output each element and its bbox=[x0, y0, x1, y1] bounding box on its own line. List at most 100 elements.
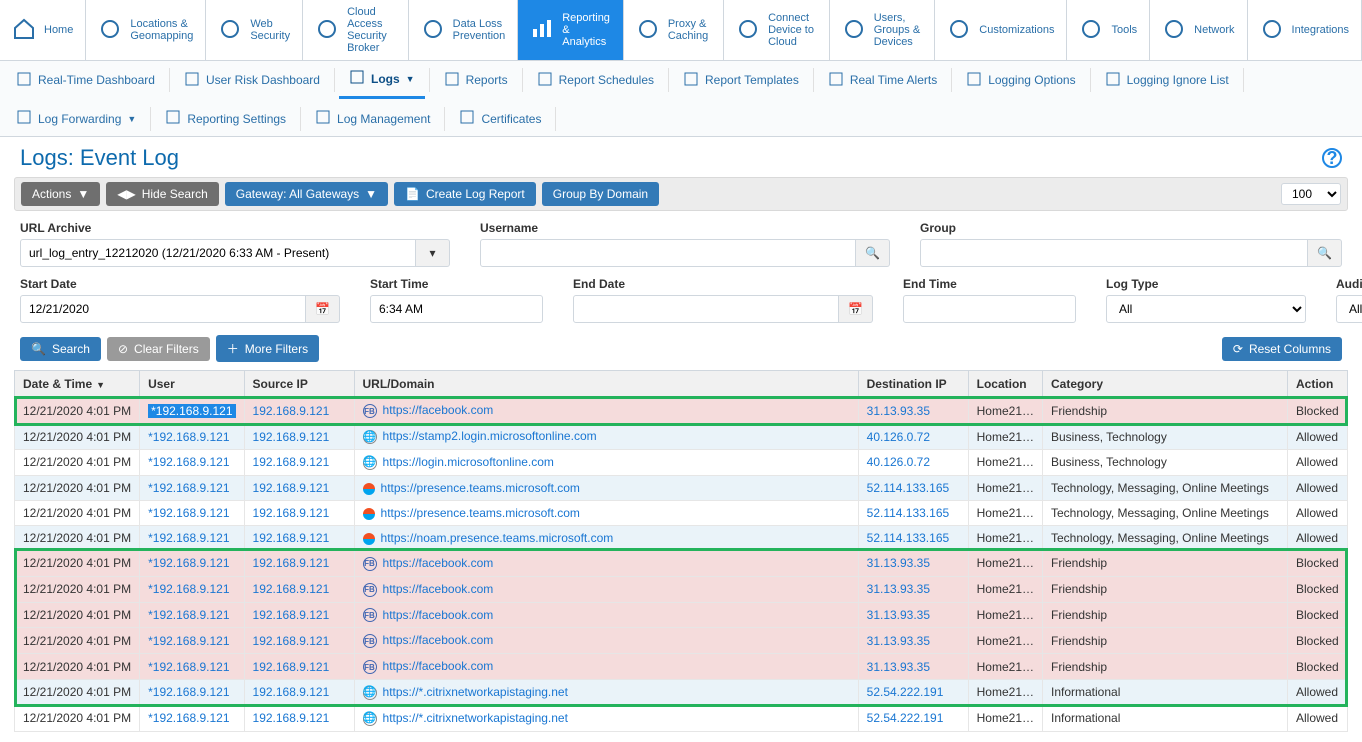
subnav-real-time-dashboard[interactable]: Real-Time Dashboard bbox=[6, 63, 165, 98]
cell-dest-ip[interactable]: 31.13.93.35 bbox=[867, 608, 930, 622]
subnav-report-templates[interactable]: Report Templates bbox=[673, 63, 809, 98]
subnav-real-time-alerts[interactable]: Real Time Alerts bbox=[818, 63, 947, 98]
gateway-selector[interactable]: Gateway: All Gateways ▼ bbox=[225, 182, 388, 206]
main-nav-tools[interactable]: Tools bbox=[1067, 0, 1150, 60]
table-row[interactable]: 12/21/2020 4:01 PM*192.168.9.121192.168.… bbox=[15, 450, 1348, 476]
log-type-select[interactable]: All bbox=[1106, 295, 1306, 323]
cell-source-ip[interactable]: 192.168.9.121 bbox=[253, 404, 330, 418]
more-filters-button[interactable]: ＋ More Filters bbox=[216, 335, 319, 362]
start-date-input[interactable] bbox=[20, 295, 306, 323]
cell-user[interactable]: *192.168.9.121 bbox=[148, 506, 229, 520]
main-nav-cloud-access-security-broker[interactable]: Cloud Access Security Broker bbox=[303, 0, 409, 60]
subnav-user-risk-dashboard[interactable]: User Risk Dashboard bbox=[174, 63, 330, 98]
table-row[interactable]: 12/21/2020 4:01 PM*192.168.9.121192.168.… bbox=[15, 576, 1348, 602]
cell-url[interactable]: https://stamp2.login.microsoftonline.com bbox=[383, 429, 597, 443]
end-time-input[interactable] bbox=[903, 295, 1076, 323]
cell-url[interactable]: https://noam.presence.teams.microsoft.co… bbox=[381, 531, 614, 545]
url-archive-select[interactable] bbox=[20, 239, 416, 267]
main-nav-web-security[interactable]: Web Security bbox=[206, 0, 303, 60]
cell-url[interactable]: https://facebook.com bbox=[383, 659, 494, 673]
hide-search-button[interactable]: ◀▶ Hide Search bbox=[106, 182, 219, 206]
cell-source-ip[interactable]: 192.168.9.121 bbox=[253, 430, 330, 444]
main-nav-proxy-caching[interactable]: Proxy & Caching bbox=[624, 0, 724, 60]
subnav-logging-options[interactable]: Logging Options bbox=[956, 63, 1085, 98]
table-row[interactable]: 12/21/2020 4:01 PM*192.168.9.121192.168.… bbox=[15, 500, 1348, 525]
cell-url[interactable]: https://facebook.com bbox=[383, 633, 494, 647]
table-row[interactable]: 12/21/2020 4:01 PM*192.168.9.121192.168.… bbox=[15, 525, 1348, 550]
cell-source-ip[interactable]: 192.168.9.121 bbox=[253, 531, 330, 545]
col-datetime[interactable]: Date & Time▼ bbox=[15, 371, 140, 398]
subnav-report-schedules[interactable]: Report Schedules bbox=[527, 63, 664, 98]
table-row[interactable]: 12/21/2020 4:01 PM*192.168.9.121192.168.… bbox=[15, 424, 1348, 450]
table-row[interactable]: 12/21/2020 4:01 PM*192.168.9.121192.168.… bbox=[15, 705, 1348, 731]
subnav-log-forwarding[interactable]: Log Forwarding▼ bbox=[6, 101, 146, 136]
start-time-input[interactable] bbox=[370, 295, 543, 323]
table-row[interactable]: 12/21/2020 4:01 PM*192.168.9.121192.168.… bbox=[15, 628, 1348, 654]
main-nav-home[interactable]: Home bbox=[0, 0, 86, 60]
clear-filters-button[interactable]: ⊘ Clear Filters bbox=[107, 337, 210, 361]
main-nav-connect-device-to-cloud[interactable]: Connect Device to Cloud bbox=[724, 0, 830, 60]
cell-user[interactable]: *192.168.9.121 bbox=[148, 430, 229, 444]
main-nav-users-groups-devices[interactable]: Users, Groups & Devices bbox=[830, 0, 936, 60]
cell-source-ip[interactable]: 192.168.9.121 bbox=[253, 660, 330, 674]
group-input[interactable] bbox=[920, 239, 1308, 267]
username-input[interactable] bbox=[480, 239, 856, 267]
search-icon[interactable]: 🔍 bbox=[856, 239, 890, 267]
col-url[interactable]: URL/Domain bbox=[354, 371, 858, 398]
cell-source-ip[interactable]: 192.168.9.121 bbox=[253, 481, 330, 495]
table-row[interactable]: 12/21/2020 4:01 PM*192.168.9.121192.168.… bbox=[15, 398, 1348, 424]
cell-url[interactable]: https://facebook.com bbox=[383, 582, 494, 596]
cell-url[interactable]: https://login.microsoftonline.com bbox=[383, 455, 554, 469]
cell-source-ip[interactable]: 192.168.9.121 bbox=[253, 455, 330, 469]
col-source-ip[interactable]: Source IP bbox=[244, 371, 354, 398]
subnav-reports[interactable]: Reports bbox=[434, 63, 518, 98]
calendar-icon[interactable]: 📅 bbox=[306, 295, 340, 323]
main-nav-data-loss-prevention[interactable]: Data Loss Prevention bbox=[409, 0, 519, 60]
col-action[interactable]: Action bbox=[1288, 371, 1348, 398]
cell-user[interactable]: *192.168.9.121 bbox=[148, 634, 229, 648]
cell-dest-ip[interactable]: 52.54.222.191 bbox=[867, 711, 944, 725]
page-size-select[interactable]: 100 bbox=[1281, 183, 1341, 205]
help-icon[interactable]: ? bbox=[1322, 148, 1342, 168]
cell-user[interactable]: *192.168.9.121 bbox=[148, 556, 229, 570]
reset-columns-button[interactable]: ⟳ Reset Columns bbox=[1222, 337, 1342, 361]
cell-url[interactable]: https://facebook.com bbox=[383, 608, 494, 622]
cell-source-ip[interactable]: 192.168.9.121 bbox=[253, 556, 330, 570]
main-nav-reporting-analytics[interactable]: Reporting & Analytics bbox=[518, 0, 624, 60]
cell-source-ip[interactable]: 192.168.9.121 bbox=[253, 506, 330, 520]
col-dest-ip[interactable]: Destination IP bbox=[858, 371, 968, 398]
subnav-reporting-settings[interactable]: Reporting Settings bbox=[155, 101, 296, 136]
cell-source-ip[interactable]: 192.168.9.121 bbox=[253, 634, 330, 648]
cell-url[interactable]: https://*.citrixnetworkapistaging.net bbox=[383, 711, 568, 725]
subnav-logs[interactable]: Logs▼ bbox=[339, 61, 425, 99]
cell-dest-ip[interactable]: 31.13.93.35 bbox=[867, 660, 930, 674]
cell-user[interactable]: *192.168.9.121 bbox=[148, 481, 229, 495]
subnav-logging-ignore-list[interactable]: Logging Ignore List bbox=[1095, 63, 1239, 98]
actions-menu[interactable]: Actions ▼ bbox=[21, 182, 100, 206]
dropdown-icon[interactable]: ▾ bbox=[416, 239, 450, 267]
group-by-domain-button[interactable]: Group By Domain bbox=[542, 182, 659, 206]
subnav-log-management[interactable]: Log Management bbox=[305, 101, 440, 136]
table-row[interactable]: 12/21/2020 4:01 PM*192.168.9.121192.168.… bbox=[15, 654, 1348, 680]
cell-url[interactable]: https://facebook.com bbox=[383, 403, 494, 417]
cell-dest-ip[interactable]: 31.13.93.35 bbox=[867, 582, 930, 596]
subnav-certificates[interactable]: Certificates bbox=[449, 101, 551, 136]
audit-event-select[interactable]: All bbox=[1336, 295, 1362, 323]
main-nav-locations-geomapping[interactable]: Locations & Geomapping bbox=[86, 0, 206, 60]
calendar-icon[interactable]: 📅 bbox=[839, 295, 873, 323]
cell-dest-ip[interactable]: 40.126.0.72 bbox=[867, 455, 930, 469]
cell-source-ip[interactable]: 192.168.9.121 bbox=[253, 582, 330, 596]
cell-url[interactable]: https://*.citrixnetworkapistaging.net bbox=[383, 685, 568, 699]
table-row[interactable]: 12/21/2020 4:01 PM*192.168.9.121192.168.… bbox=[15, 680, 1348, 706]
table-row[interactable]: 12/21/2020 4:01 PM*192.168.9.121192.168.… bbox=[15, 602, 1348, 628]
search-button[interactable]: 🔍 Search bbox=[20, 337, 101, 361]
cell-user[interactable]: *192.168.9.121 bbox=[148, 404, 235, 418]
cell-url[interactable]: https://presence.teams.microsoft.com bbox=[381, 481, 580, 495]
cell-user[interactable]: *192.168.9.121 bbox=[148, 531, 229, 545]
cell-user[interactable]: *192.168.9.121 bbox=[148, 711, 229, 725]
cell-source-ip[interactable]: 192.168.9.121 bbox=[253, 685, 330, 699]
col-location[interactable]: Location bbox=[968, 371, 1042, 398]
col-category[interactable]: Category bbox=[1043, 371, 1288, 398]
cell-dest-ip[interactable]: 31.13.93.35 bbox=[867, 634, 930, 648]
cell-dest-ip[interactable]: 40.126.0.72 bbox=[867, 430, 930, 444]
